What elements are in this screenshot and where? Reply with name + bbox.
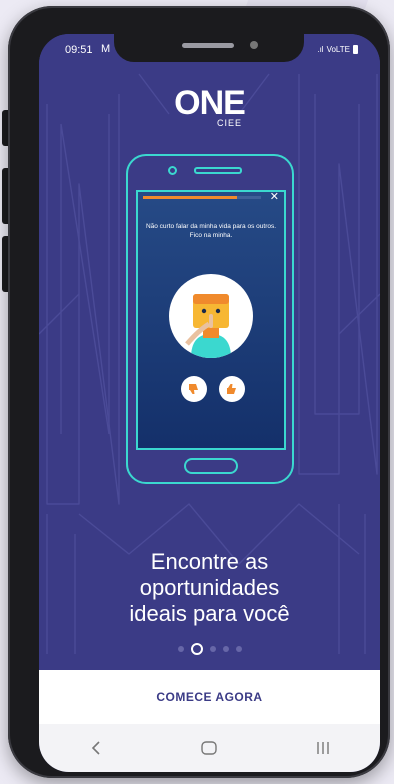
android-nav-bar bbox=[39, 724, 380, 772]
page-indicator bbox=[39, 643, 380, 655]
home-button[interactable] bbox=[189, 733, 229, 763]
start-now-button[interactable]: COMECE AGORA bbox=[39, 670, 380, 724]
speaker-grill bbox=[182, 43, 234, 48]
illustration-earpiece bbox=[194, 167, 242, 174]
like-button bbox=[219, 376, 245, 402]
phone-screen: 09:51 M .ıl VoLTE ONE CIEE ✕ Não curto f… bbox=[39, 34, 380, 772]
status-icons: .ıl VoLTE bbox=[317, 45, 358, 54]
signal-icon: .ıl bbox=[317, 45, 324, 54]
close-icon: ✕ bbox=[269, 191, 279, 203]
ciee-logo-text: CIEE bbox=[217, 118, 243, 128]
headline-line-1: Encontre as bbox=[150, 549, 269, 574]
page-dot-active bbox=[190, 643, 203, 655]
progress-bar-fill bbox=[143, 196, 238, 199]
recents-icon bbox=[317, 742, 329, 754]
headline-line-3: ideais para você bbox=[129, 601, 290, 626]
back-chevron-icon bbox=[91, 741, 100, 755]
page-dot bbox=[177, 646, 184, 652]
status-time: 09:51 bbox=[65, 44, 93, 56]
illustration-screen: ✕ Não curto falar da minha vida para os … bbox=[136, 190, 286, 450]
volte-icon: VoLTE bbox=[326, 45, 350, 54]
one-logo: ONE bbox=[174, 84, 246, 122]
page-dot bbox=[209, 646, 216, 652]
phone-frame: 09:51 M .ıl VoLTE ONE CIEE ✕ Não curto f… bbox=[8, 6, 390, 778]
dislike-button bbox=[181, 376, 207, 402]
illustration-camera-icon bbox=[168, 166, 177, 175]
home-icon bbox=[201, 741, 218, 755]
camera-notch bbox=[114, 34, 304, 62]
page-dot bbox=[222, 646, 229, 652]
phone-illustration: ✕ Não curto falar da minha vida para os … bbox=[126, 154, 294, 484]
page-dot bbox=[235, 646, 242, 652]
mail-icon: M bbox=[101, 43, 111, 55]
illustration-home-button bbox=[184, 458, 238, 474]
headline-line-2: oportunidades bbox=[139, 575, 280, 600]
front-camera-icon bbox=[250, 41, 258, 49]
recents-button[interactable] bbox=[303, 733, 343, 763]
back-button[interactable] bbox=[76, 733, 116, 763]
character-avatar bbox=[169, 274, 253, 358]
shush-character-icon bbox=[185, 294, 231, 358]
question-text: Não curto falar da minha vida para os ou… bbox=[145, 223, 277, 239]
thumbs-up-icon bbox=[227, 384, 236, 394]
onboarding-headline: Encontre as oportunidades ideais para vo… bbox=[39, 549, 380, 627]
thumbs-down-icon bbox=[189, 384, 198, 394]
progress-bar bbox=[143, 196, 261, 199]
battery-icon bbox=[353, 45, 358, 54]
